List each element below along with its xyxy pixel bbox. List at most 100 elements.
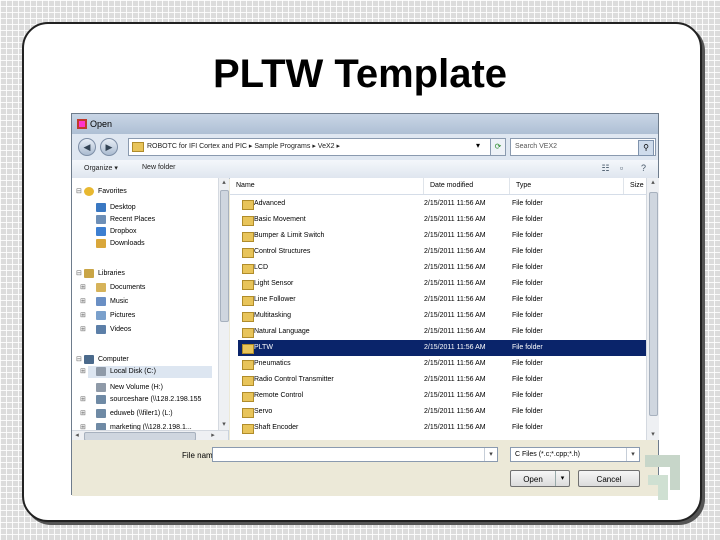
folder-icon [242,408,254,418]
nav-item[interactable]: ⊞ Music [80,296,212,308]
nav-item[interactable]: Recent Places [88,214,212,226]
chevron-down-icon[interactable]: ▾ [555,471,569,486]
drive-icon [96,383,106,392]
tree-expander-icon[interactable]: ⊞ [80,283,88,291]
tree-expander-icon[interactable]: ⊞ [80,297,88,305]
list-scroll-thumb[interactable] [649,192,658,416]
nav-item-label: Downloads [110,240,145,247]
folder-icon [242,296,254,306]
list-vertical-scrollbar[interactable]: ▴ ▾ [646,178,659,440]
scroll-down-icon[interactable]: ▾ [219,420,229,430]
file-row[interactable]: Bumper & Limit Switch 2/15/2011 11:56 AM F… [238,228,646,244]
nav-item[interactable]: New Volume (H:) [88,382,212,394]
tree-expander-icon[interactable]: ⊞ [80,325,88,333]
column-size[interactable]: Size [624,178,646,194]
organize-menu[interactable]: Organize ▾ [84,164,118,172]
new-folder-button[interactable]: New folder [142,164,175,171]
scroll-down-icon[interactable]: ▾ [648,430,658,440]
file-row[interactable]: Line Follower 2/15/2011 11:56 AM File fold… [238,292,646,308]
nav-item[interactable]: Desktop [88,202,212,214]
nav-item[interactable]: ⊞ Pictures [80,310,212,322]
tree-expander-icon[interactable]: ⊟ [76,269,84,277]
nav-item[interactable]: ⊞ eduweb (\\filer1) (L:) [80,408,212,420]
folder-icon [242,312,254,322]
tree-expander-icon[interactable]: ⊞ [80,367,88,375]
forward-arrow-icon: ▶ [105,142,113,152]
file-row[interactable]: Multitasking 2/15/2011 11:56 AM File folde… [238,308,646,324]
file-name: Basic Movement [254,216,306,223]
search-icon[interactable]: ⚲ [638,140,654,156]
file-type: File folder [512,296,543,303]
nav-item[interactable]: ⊟ Computer [76,354,212,366]
nav-item-label: Dropbox [110,228,137,235]
nav-item-label: Libraries [98,270,125,277]
refresh-button[interactable]: ⟳ [490,138,506,156]
file-row[interactable]: Remote Control 2/15/2011 11:56 AM File fol… [238,388,646,404]
open-button[interactable]: Open ▾ [510,470,570,487]
column-name[interactable]: Name [230,178,424,194]
file-name: Servo [254,408,273,415]
tree-expander-icon[interactable]: ⊞ [80,409,88,417]
scroll-up-icon[interactable]: ▴ [219,178,229,188]
file-type-select[interactable]: C Files (*.c;*.cpp;*.h) ▾ [510,447,640,462]
file-name: Line Follower [254,296,296,303]
forward-button[interactable]: ▶ [100,138,118,156]
file-row[interactable]: Natural Language 2/15/2011 11:56 AM File f… [238,324,646,340]
search-input[interactable]: Search VEX2 ⚲ [510,138,656,156]
folder-icon [242,424,254,434]
address-bar[interactable]: ROBOTC for IFI Cortex and PIC ▸ Sample P… [128,138,498,156]
chevron-down-icon[interactable]: ▾ [626,448,639,461]
column-type[interactable]: Type [510,178,624,194]
back-button[interactable]: ◀ [78,138,96,156]
scroll-up-icon[interactable]: ▴ [648,178,658,188]
dialog-footer: File name: ▾ C Files (*.c;*.cpp;*.h) ▾ O… [72,440,658,496]
tree-expander-icon[interactable]: ⊞ [80,395,88,403]
tree-expander-icon[interactable]: ⊟ [76,187,84,195]
file-list: Name Date modified Type Size Advanced 2/1… [230,178,658,440]
cancel-button[interactable]: Cancel [578,470,640,487]
file-row[interactable]: Servo 2/15/2011 11:56 AM File folder [238,404,646,420]
file-row[interactable]: LCD 2/15/2011 11:56 AM File folder [238,260,646,276]
nav-item[interactable]: ⊟ Libraries [76,268,212,280]
nav-item-label: New Volume (H:) [110,384,163,391]
file-date-modified: 2/15/2011 11:56 AM [424,376,486,383]
folder-icon [242,376,254,386]
nav-item[interactable]: Downloads [88,238,212,250]
nav-item[interactable]: ⊞ Local Disk (C:) [80,366,212,378]
dialog-titlebar[interactable]: Open [72,114,658,134]
nav-scroll-thumb[interactable] [220,190,229,322]
preview-pane-icon[interactable]: ▫ [616,163,627,174]
tree-expander-icon[interactable]: ⊞ [80,311,88,319]
file-name: Bumper & Limit Switch [254,232,325,239]
file-name: LCD [254,264,269,271]
nav-item[interactable]: ⊞ Documents [80,282,212,294]
file-name: PLTW [254,344,273,351]
help-icon[interactable]: ? [638,163,649,174]
file-date-modified: 2/15/2011 11:56 AM [424,328,486,335]
chevron-down-icon[interactable]: ▾ [484,448,497,461]
file-row[interactable]: Radio Control Transmitter 2/15/2011 11:56… [238,372,646,388]
tree-expander-icon[interactable]: ⊟ [76,355,84,363]
file-row[interactable]: Light Sensor 2/15/2011 11:56 AM File folde… [238,276,646,292]
file-row[interactable]: Control Structures 2/15/2011 11:56 AM File… [238,244,646,260]
view-options-icon[interactable]: ☷ [600,163,611,174]
address-row: ◀ ▶ ROBOTC for IFI Cortex and PIC ▸ Samp… [72,134,658,160]
address-dropdown-icon[interactable]: ▾ [472,138,484,154]
file-date-modified: 2/15/2011 11:56 AM [424,264,486,271]
network-drive-icon [96,409,106,418]
file-row[interactable]: Advanced 2/15/2011 11:56 AM File folder [238,196,646,212]
file-row[interactable]: Pneumatics 2/15/2011 11:56 AM File folder [238,356,646,372]
nav-item[interactable]: ⊟ Favorites [76,186,212,198]
file-row[interactable]: Shaft Encoder 2/15/2011 11:56 AM File fold… [238,420,646,436]
file-type: File folder [512,360,543,367]
file-row[interactable]: PLTW 2/15/2011 11:56 AM File folder [238,340,646,356]
file-date-modified: 2/15/2011 11:56 AM [424,424,486,431]
nav-item[interactable]: ⊞ Videos [80,324,212,336]
nav-vertical-scrollbar[interactable]: ▴ ▾ [218,178,229,430]
nav-item[interactable]: Dropbox [88,226,212,238]
file-row[interactable]: Basic Movement 2/15/2011 11:56 AM File fol… [238,212,646,228]
nav-item[interactable]: ⊞ sourceshare (\\128.2.198.155 [80,394,212,406]
column-date-modified[interactable]: Date modified [424,178,510,194]
file-name-input[interactable]: ▾ [212,447,498,462]
desktop-icon [96,203,106,212]
